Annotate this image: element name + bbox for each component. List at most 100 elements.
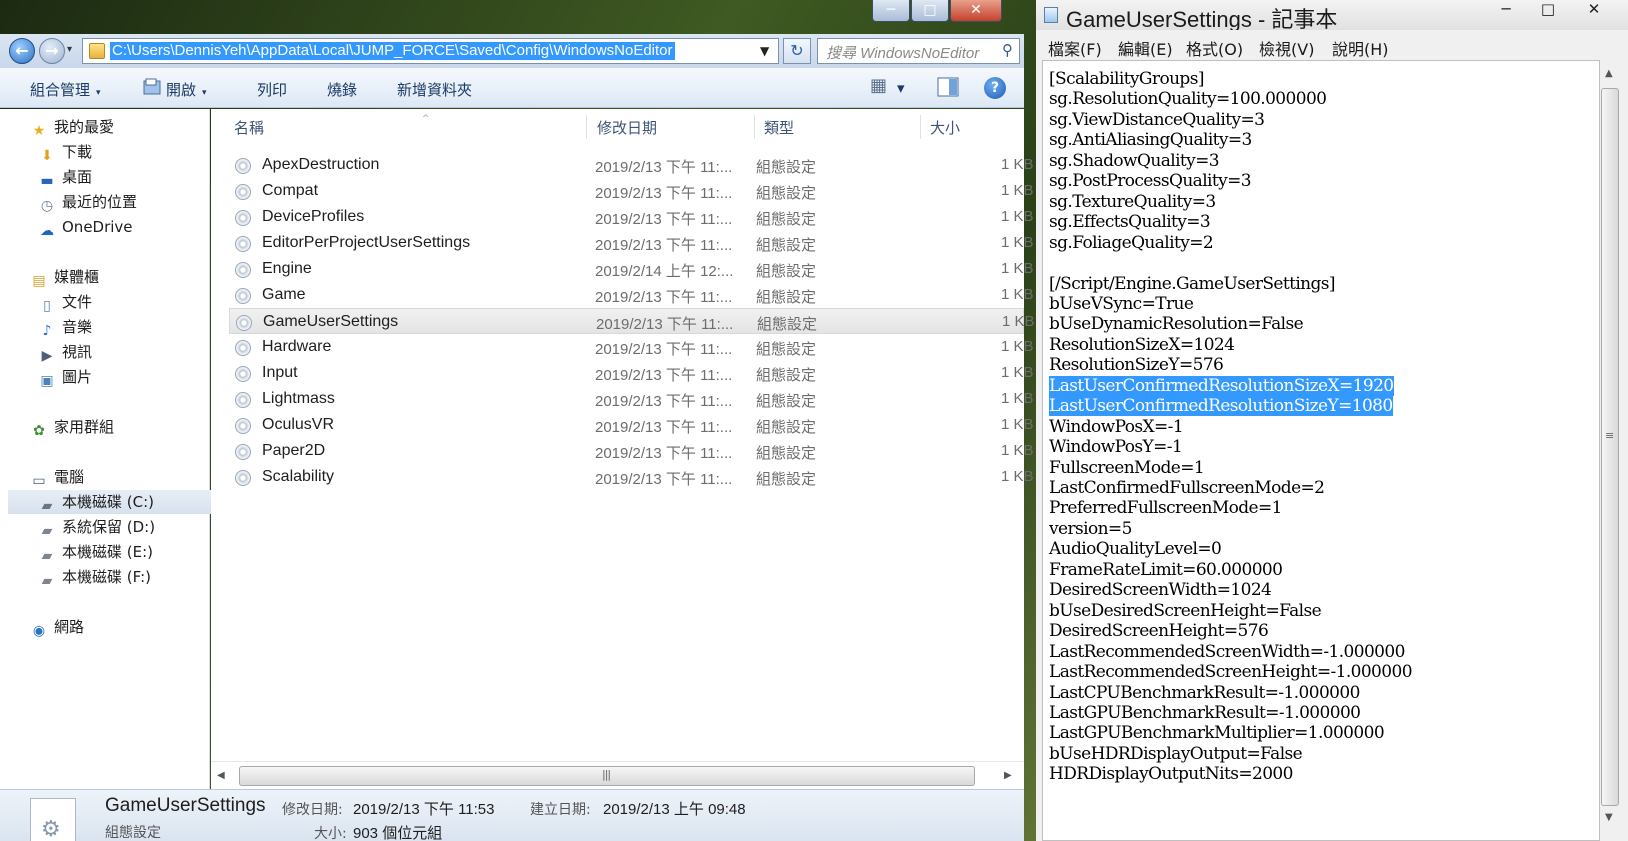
nav-homegroup[interactable]: ✿ 家用群組 [30, 415, 238, 439]
text-line[interactable]: sg.PostProcessQuality=3 [1049, 171, 1252, 191]
text-line-selected[interactable]: LastUserConfirmedResolutionSizeX=1920 [1049, 375, 1394, 396]
recent-pages-dropdown-icon[interactable]: ▾ [67, 44, 72, 55]
notepad-maximize-button[interactable]: □ [1528, 0, 1568, 22]
print-button[interactable]: 列印 [257, 79, 287, 100]
column-divider[interactable] [920, 115, 921, 139]
file-row[interactable]: EditorPerProjectUserSettings 2019/2/13 下午… [229, 230, 1034, 256]
text-line[interactable]: LastConfirmedFullscreenMode=2 [1049, 478, 1325, 498]
column-divider[interactable] [586, 115, 587, 139]
text-line[interactable]: LastRecommendedScreenWidth=-1.000000 [1049, 642, 1405, 662]
horizontal-scroll-thumb[interactable]: ||| [239, 766, 975, 786]
explorer-minimize-button[interactable]: ─ [872, 0, 910, 22]
scroll-left-icon[interactable]: ◀ [217, 770, 225, 781]
file-row[interactable]: Compat 2019/2/13 下午 11:... 組態設定 1 KB [229, 178, 1034, 204]
scroll-down-icon[interactable]: ▼ [1605, 812, 1613, 823]
text-line[interactable]: [ScalabilityGroups] [1049, 69, 1204, 89]
text-line[interactable]: FrameRateLimit=60.000000 [1049, 560, 1283, 580]
text-line[interactable]: PreferredFullscreenMode=1 [1049, 498, 1282, 518]
scroll-up-icon[interactable]: ▲ [1605, 68, 1613, 79]
column-header-type[interactable]: 類型 [764, 117, 794, 138]
nav-label: 圖片 [62, 368, 93, 386]
nav-favorites[interactable]: ★ 我的最愛 [30, 115, 238, 139]
burn-button[interactable]: 燒錄 [327, 79, 357, 100]
text-line[interactable]: bUseDesiredScreenHeight=False [1049, 601, 1322, 621]
text-line[interactable]: sg.ShadowQuality=3 [1049, 151, 1220, 171]
menu-format[interactable]: 格式(O) [1186, 36, 1243, 60]
file-row[interactable]: Paper2D 2019/2/13 下午 11:... 組態設定 1 KB [229, 438, 1034, 464]
notepad-close-button[interactable]: ✕ [1574, 0, 1614, 22]
nav-network[interactable]: ◉ 網路 [30, 615, 238, 639]
vertical-scrollbar[interactable]: ▲ ≡ ▼ [1600, 60, 1620, 830]
text-line[interactable]: sg.ViewDistanceQuality=3 [1049, 110, 1265, 130]
file-row[interactable]: Lightmass 2019/2/13 下午 11:... 組態設定 1 KB [229, 386, 1034, 412]
text-line[interactable]: LastRecommendedScreenHeight=-1.000000 [1049, 662, 1413, 682]
text-line[interactable]: sg.EffectsQuality=3 [1049, 212, 1211, 232]
text-line[interactable]: sg.TextureQuality=3 [1049, 192, 1216, 212]
text-line[interactable]: sg.AntiAliasingQuality=3 [1049, 130, 1252, 150]
new-folder-button[interactable]: 新增資料夾 [397, 79, 472, 100]
file-row-selected[interactable]: GameUserSettings 2019/2/13 下午 11:... 組態設定 1… [229, 308, 1035, 334]
refresh-button[interactable]: ↻ [783, 38, 811, 64]
forward-button[interactable]: → [39, 38, 65, 64]
text-line[interactable]: sg.ResolutionQuality=100.000000 [1049, 89, 1327, 109]
search-box[interactable]: 搜尋 WindowsNoEditor ⚲ [817, 38, 1020, 64]
help-icon[interactable]: ? [984, 77, 1006, 99]
file-row[interactable]: DeviceProfiles 2019/2/13 下午 11:... 組態設定 1 K… [229, 204, 1034, 230]
menu-view[interactable]: 檢視(V) [1259, 36, 1314, 60]
text-line[interactable]: WindowPosY=-1 [1049, 437, 1183, 457]
horizontal-scrollbar[interactable]: ◀ ||| ▶ [211, 761, 1024, 789]
menu-edit[interactable]: 編輯(E) [1118, 36, 1173, 60]
file-row[interactable]: OculusVR 2019/2/13 下午 11:... 組態設定 1 KB [229, 412, 1034, 438]
column-divider[interactable] [754, 115, 755, 139]
text-line[interactable]: DesiredScreenHeight=576 [1049, 621, 1269, 641]
text-line[interactable]: ResolutionSizeY=576 [1049, 355, 1224, 375]
text-line[interactable]: bUseDynamicResolution=False [1049, 314, 1304, 334]
column-header-name[interactable]: 名稱 ^ [234, 114, 430, 138]
file-row[interactable]: Game 2019/2/13 下午 11:... 組態設定 1 KB [229, 282, 1034, 308]
open-button[interactable]: 開啟 ▾ [166, 79, 207, 100]
address-dropdown-icon[interactable]: ▼ [760, 44, 769, 58]
menu-help[interactable]: 說明(H) [1332, 36, 1389, 60]
scroll-right-icon[interactable]: ▶ [1004, 770, 1012, 781]
file-row[interactable]: Hardware 2019/2/13 下午 11:... 組態設定 1 KB [229, 334, 1034, 360]
file-row[interactable]: Scalability 2019/2/13 下午 11:... 組態設定 1 KB [229, 464, 1034, 490]
text-line[interactable]: HDRDisplayOutputNits=2000 [1049, 764, 1293, 784]
text-editor-area[interactable]: [ScalabilityGroups] sg.ResolutionQuality=… [1042, 60, 1600, 841]
search-icon[interactable]: ⚲ [1002, 41, 1013, 59]
view-options-icon[interactable]: ▦ [870, 75, 887, 96]
file-row[interactable]: Input 2019/2/13 下午 11:... 組態設定 1 KB [229, 360, 1034, 386]
text-line[interactable]: DesiredScreenWidth=1024 [1049, 580, 1272, 600]
notepad-minimize-button[interactable]: ─ [1486, 0, 1526, 22]
text-line[interactable]: bUseHDRDisplayOutput=False [1049, 744, 1303, 764]
column-header-size[interactable]: 大小 [930, 117, 960, 138]
search-placeholder[interactable]: 搜尋 WindowsNoEditor [826, 42, 998, 63]
text-line[interactable]: sg.FoliageQuality=2 [1049, 233, 1214, 253]
text-line[interactable]: bUseVSync=True [1049, 294, 1194, 314]
nav-libraries[interactable]: ▤ 媒體櫃 [30, 265, 238, 289]
address-path-text[interactable]: C:\Users\DennisYeh\AppData\Local\JUMP_FO… [110, 42, 675, 60]
nav-drive-c[interactable]: ▰ 本機磁碟 (C:) [8, 490, 216, 514]
text-line[interactable]: version=5 [1049, 519, 1132, 539]
text-line[interactable]: LastCPUBenchmarkResult=-1.000000 [1049, 683, 1360, 703]
text-line[interactable]: LastGPUBenchmarkMultiplier=1.000000 [1049, 723, 1385, 743]
address-field[interactable]: C:\Users\DennisYeh\AppData\Local\JUMP_FO… [82, 38, 779, 64]
organize-button[interactable]: 組合管理 ▾ [30, 79, 101, 100]
explorer-close-button[interactable]: ✕ [950, 0, 1002, 22]
text-line-selected[interactable]: LastUserConfirmedResolutionSizeY=1080 [1049, 396, 1393, 417]
preview-pane-icon[interactable] [937, 77, 959, 97]
view-caret-icon[interactable]: ▾ [897, 79, 905, 97]
back-button[interactable]: ← [9, 38, 35, 64]
text-line[interactable]: AudioQualityLevel=0 [1049, 539, 1222, 559]
menu-file[interactable]: 檔案(F) [1048, 36, 1102, 60]
text-line[interactable]: ResolutionSizeX=1024 [1049, 335, 1235, 355]
text-line[interactable]: LastGPUBenchmarkResult=-1.000000 [1049, 703, 1361, 723]
file-row[interactable]: ApexDestruction 2019/2/13 下午 11:... 組態設定 1 … [229, 152, 1034, 178]
text-line[interactable]: WindowPosX=-1 [1049, 417, 1184, 437]
vertical-scroll-thumb[interactable]: ≡ [1601, 88, 1619, 806]
text-line[interactable]: [/Script/Engine.GameUserSettings] [1049, 274, 1336, 294]
file-row[interactable]: Engine 2019/2/14 上午 12:... 組態設定 1 KB [229, 256, 1034, 282]
nav-computer[interactable]: ▭ 電腦 [30, 465, 238, 489]
explorer-maximize-button[interactable]: □ [911, 0, 949, 22]
text-line[interactable]: FullscreenMode=1 [1049, 458, 1205, 478]
column-header-date[interactable]: 修改日期 [597, 117, 657, 138]
